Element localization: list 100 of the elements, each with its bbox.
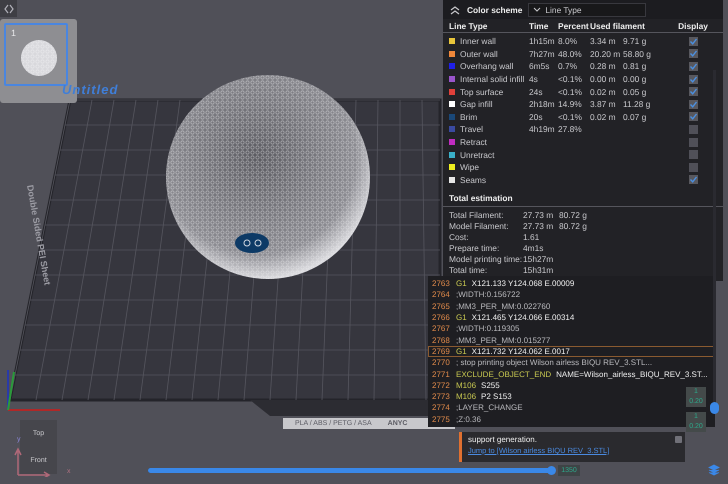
line-type-name: Unretract: [460, 150, 494, 160]
chevrons-icon: [2, 2, 14, 14]
dropdown-value: Line Type: [545, 4, 582, 14]
line-number: 2766: [432, 313, 451, 322]
collapse-toggle-button[interactable]: [0, 0, 17, 17]
display-checkbox[interactable]: [688, 124, 698, 134]
table-cell: 0.02 m: [590, 112, 616, 122]
estimate-value: 80.72 g: [559, 210, 588, 220]
display-checkbox[interactable]: [688, 36, 698, 46]
column-header: Percent: [558, 20, 590, 30]
line-number: 2763: [432, 279, 451, 288]
estimate-value: 80.72 g: [559, 220, 588, 231]
estimate-value: 27.73 m: [523, 220, 554, 231]
gcode-text: S255: [481, 380, 500, 390]
line-number: 2771: [432, 370, 451, 379]
table-cell: 0.28 m: [590, 61, 616, 72]
display-checkbox[interactable]: [688, 49, 698, 58]
display-checkbox[interactable]: [688, 150, 698, 160]
estimate-value: 15h27m: [523, 254, 554, 264]
gcode-command: EXCLUDE_OBJECT_END: [456, 370, 552, 379]
display-checkbox[interactable]: [688, 138, 698, 147]
table-cell: 0.05 g: [623, 86, 646, 97]
line-type-name: Wipe: [460, 162, 480, 172]
column-header: Line Type: [449, 20, 488, 30]
line-type-name: Gap infill: [460, 99, 493, 110]
plate-number: 1: [11, 28, 16, 38]
table-cell: 0.07 g: [623, 112, 646, 122]
table-cell: 0.00 m: [590, 74, 616, 84]
line-type-name: Travel: [460, 124, 483, 134]
estimate-label: Model printing time:: [449, 254, 523, 264]
table-cell: 1h15m: [529, 36, 555, 46]
gcode-text: ; stop printing object Wilson airless BIQU REV_3.STL...: [456, 358, 652, 368]
display-checkbox[interactable]: [688, 162, 698, 172]
estimate-value: 27.73 m: [523, 210, 554, 220]
estimate-label: Prepare time:: [449, 242, 500, 253]
line-type-name: Overhang wall: [460, 61, 514, 72]
column-header: Used filament: [590, 20, 646, 30]
table-cell: 4s: [529, 74, 538, 84]
line-number: 2764: [432, 290, 451, 300]
column-header: Display: [677, 20, 709, 30]
line-number: 2773: [432, 392, 451, 402]
table-cell: <0.1%: [558, 112, 582, 122]
table-cell: 0.7%: [558, 61, 578, 72]
estimate-value: 4m1s: [523, 242, 544, 253]
gcode-text: NAME=Wilson_airless_BIQU_REV_3.ST...: [556, 370, 708, 379]
caret-icon: [533, 6, 542, 12]
display-checkbox[interactable]: [688, 74, 698, 84]
table-cell: 14.9%: [558, 99, 582, 110]
line-type-name: Top surface: [460, 86, 504, 97]
table-cell: <0.1%: [558, 86, 582, 97]
gcode-command: M106: [456, 380, 476, 390]
table-cell: 4h19m: [529, 124, 555, 134]
gcode-text: ;Z:0.36: [456, 414, 481, 424]
estimate-label: Total time:: [449, 264, 488, 275]
line-type-name: Inner wall: [460, 36, 496, 46]
panel-title: Color scheme: [467, 4, 522, 14]
scheme-dropdown[interactable]: Line Type: [528, 2, 646, 16]
table-cell: 8.0%: [558, 36, 578, 46]
gcode-text: X121.465 Y124.066 E.00314: [472, 313, 574, 322]
bed-label: Double Sided PEI Sheet: [25, 184, 52, 286]
line-number: 2770: [432, 358, 451, 368]
table-cell: 11.28 g: [623, 99, 650, 110]
display-checkbox[interactable]: [688, 87, 698, 96]
estimate-value: 1.61: [523, 232, 540, 242]
estimate-label: Cost:: [449, 232, 470, 242]
gcode-command: G1: [456, 346, 467, 356]
table-cell: 3.87 m: [590, 99, 616, 110]
gcode-text: P2 S153: [481, 392, 512, 402]
display-checkbox[interactable]: [688, 112, 698, 122]
line-type-name: Outer wall: [460, 48, 498, 59]
line-type-name: Seams: [460, 174, 486, 185]
table-cell: <0.1%: [558, 74, 582, 84]
line-number: 2772: [432, 380, 451, 390]
line-number: 2769: [432, 346, 451, 356]
layer-slider-thumb[interactable]: [710, 402, 719, 414]
gcode-command: G1: [456, 313, 467, 322]
table-cell: 0.81 g: [623, 61, 646, 72]
notification-text: support generation.: [468, 435, 537, 444]
gcode-text: ;MM3_PER_MM:0.022760: [456, 302, 550, 311]
table-cell: 24s: [529, 86, 543, 97]
collapse-icon[interactable]: [449, 4, 461, 14]
table-cell: 2h18m: [529, 99, 555, 110]
table-cell: 48.0%: [558, 48, 582, 59]
column-header: Time: [529, 20, 550, 30]
gcode-command: M106: [456, 392, 476, 402]
table-cell: 20.20 m: [590, 48, 620, 59]
table-cell: 6m5s: [529, 61, 550, 72]
sphere-thumbnail-icon: [20, 39, 58, 77]
line-number: 2765: [432, 302, 451, 311]
line-type-name: Internal solid infill: [460, 74, 524, 84]
display-checkbox[interactable]: [688, 62, 698, 71]
table-cell: 20s: [529, 112, 543, 122]
display-checkbox[interactable]: [688, 175, 698, 184]
line-number: 2768: [432, 336, 451, 345]
gcode-text: ;WIDTH:0.156722: [456, 290, 520, 300]
gcode-text: ;WIDTH:0.119305: [456, 324, 520, 334]
gcode-text: ;MM3_PER_MM:0.015277: [456, 336, 550, 345]
display-checkbox[interactable]: [688, 100, 698, 109]
axes-drawing: [7, 370, 60, 411]
table-cell: 0.00 g: [623, 74, 646, 84]
